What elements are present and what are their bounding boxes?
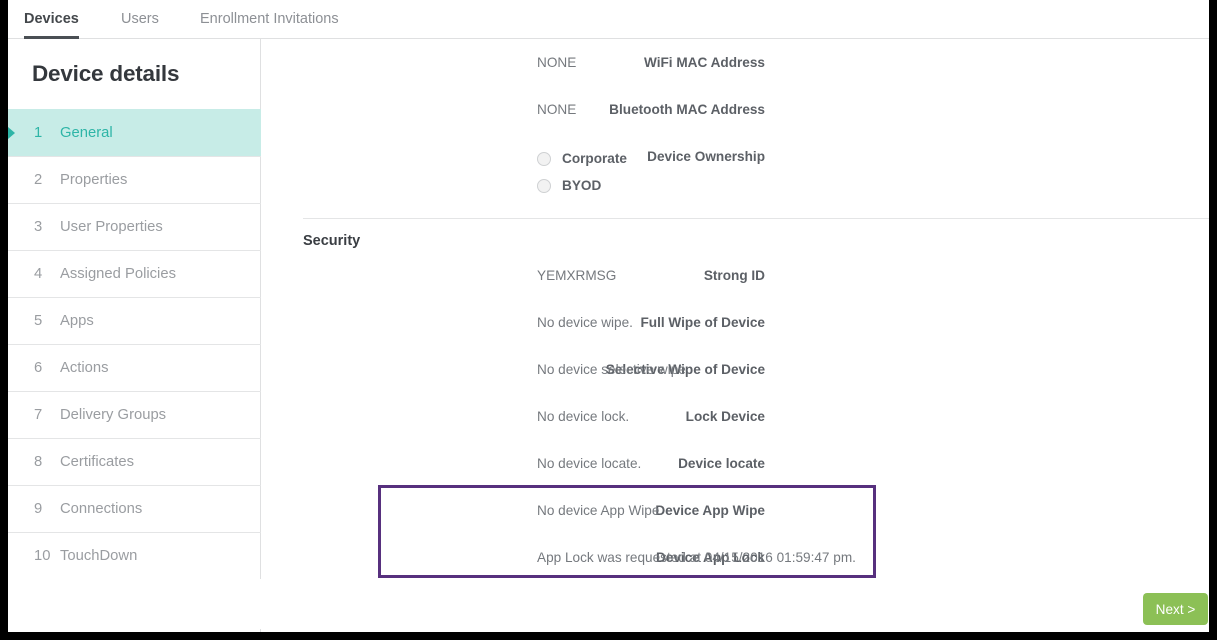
sidebar-item-assigned-policies[interactable]: 4 Assigned Policies bbox=[8, 250, 261, 297]
sidebar-nav-list: 1 General 2 Properties 3 User Properties… bbox=[8, 109, 261, 629]
sidebar-item-delivery-groups[interactable]: 7 Delivery Groups bbox=[8, 391, 261, 438]
radio-label: BYOD bbox=[562, 176, 601, 196]
sidebar-item-user-properties[interactable]: 3 User Properties bbox=[8, 203, 261, 250]
sidebar-item-number: 2 bbox=[34, 157, 56, 204]
page-title: Device details bbox=[32, 61, 179, 87]
sidebar-item-label: User Properties bbox=[60, 204, 163, 251]
field-row-device-app-wipe: Device App Wipe No device App Wipe. bbox=[262, 503, 765, 525]
field-value: No device locate. bbox=[537, 456, 641, 471]
sidebar-item-certificates[interactable]: 8 Certificates bbox=[8, 438, 261, 485]
sidebar-item-number: 3 bbox=[34, 204, 56, 251]
field-value: No device App Wipe. bbox=[537, 503, 663, 518]
field-value: YEMXRMSG bbox=[537, 268, 616, 283]
sidebar-item-connections[interactable]: 9 Connections bbox=[8, 485, 261, 532]
sidebar-item-number: 10 bbox=[34, 533, 56, 580]
radio-circle-icon[interactable] bbox=[537, 179, 551, 193]
sidebar-item-number: 4 bbox=[34, 251, 56, 298]
sidebar-item-label: Properties bbox=[60, 157, 127, 204]
radio-label: Corporate bbox=[562, 149, 627, 169]
sidebar-item-apps[interactable]: 5 Apps bbox=[8, 297, 261, 344]
sidebar-item-number: 7 bbox=[34, 392, 56, 439]
tab-enrollment-invitations[interactable]: Enrollment Invitations bbox=[200, 0, 339, 39]
field-row-full-wipe: Full Wipe of Device No device wipe. bbox=[262, 315, 765, 337]
sidebar-item-number: 5 bbox=[34, 298, 56, 345]
field-value: No device wipe. bbox=[537, 315, 633, 330]
sidebar-item-label: Connections bbox=[60, 486, 142, 533]
sidebar-item-actions[interactable]: 6 Actions bbox=[8, 344, 261, 391]
field-row-bluetooth-mac: Bluetooth MAC Address NONE bbox=[262, 102, 765, 124]
sidebar-item-label: Delivery Groups bbox=[60, 392, 166, 439]
sidebar-item-number: 1 bbox=[34, 110, 56, 157]
sidebar-filler bbox=[8, 579, 261, 629]
sidebar-item-label: Apps bbox=[60, 298, 94, 345]
screenshot-frame: Devices Users Enrollment Invitations Dev… bbox=[0, 0, 1217, 640]
sidebar-item-general[interactable]: 1 General bbox=[8, 109, 261, 156]
field-row-strong-id: Strong ID YEMXRMSG bbox=[262, 268, 765, 290]
field-row-device-app-lock: Device App Lock App Lock was requested a… bbox=[262, 550, 765, 572]
section-heading-security: Security bbox=[303, 233, 360, 249]
sidebar-item-label: Actions bbox=[60, 345, 109, 392]
field-row-wifi-mac: WiFi MAC Address NONE bbox=[262, 55, 765, 77]
app-page: Devices Users Enrollment Invitations Dev… bbox=[8, 0, 1209, 632]
field-row-device-ownership: Device Ownership bbox=[262, 149, 765, 171]
field-row-device-locate: Device locate No device locate. bbox=[262, 456, 765, 478]
tab-devices[interactable]: Devices bbox=[24, 0, 79, 39]
field-row-selective-wipe: Selective Wipe of Device No device selec… bbox=[262, 362, 765, 384]
top-tab-bar: Devices Users Enrollment Invitations bbox=[8, 0, 1209, 39]
active-pointer-icon bbox=[8, 127, 15, 139]
radio-circle-icon[interactable] bbox=[537, 152, 551, 166]
sidebar-item-properties[interactable]: 2 Properties bbox=[8, 156, 261, 203]
sidebar-item-label: TouchDown bbox=[60, 533, 137, 580]
sidebar-item-label: Certificates bbox=[60, 439, 134, 486]
sidebar-item-number: 6 bbox=[34, 345, 56, 392]
tab-users[interactable]: Users bbox=[121, 0, 159, 39]
field-value: App Lock was requested at 04/15/2016 01:… bbox=[537, 550, 856, 565]
details-panel: WiFi MAC Address NONE Bluetooth MAC Addr… bbox=[262, 39, 1209, 632]
field-value: NONE bbox=[537, 55, 576, 70]
sidebar-item-number: 9 bbox=[34, 486, 56, 533]
sidebar: Device details 1 General 2 Properties 3 … bbox=[8, 39, 261, 632]
sidebar-item-touchdown[interactable]: 10 TouchDown bbox=[8, 532, 261, 579]
field-row-lock-device: Lock Device No device lock. bbox=[262, 409, 765, 431]
sidebar-item-label: Assigned Policies bbox=[60, 251, 176, 298]
next-button[interactable]: Next > bbox=[1143, 593, 1208, 625]
sidebar-item-label: General bbox=[60, 110, 113, 157]
sidebar-item-number: 8 bbox=[34, 439, 56, 486]
field-value: No device lock. bbox=[537, 409, 629, 424]
section-divider bbox=[303, 218, 1209, 219]
field-value: No device selective wipe. bbox=[537, 362, 690, 377]
field-value: NONE bbox=[537, 102, 576, 117]
